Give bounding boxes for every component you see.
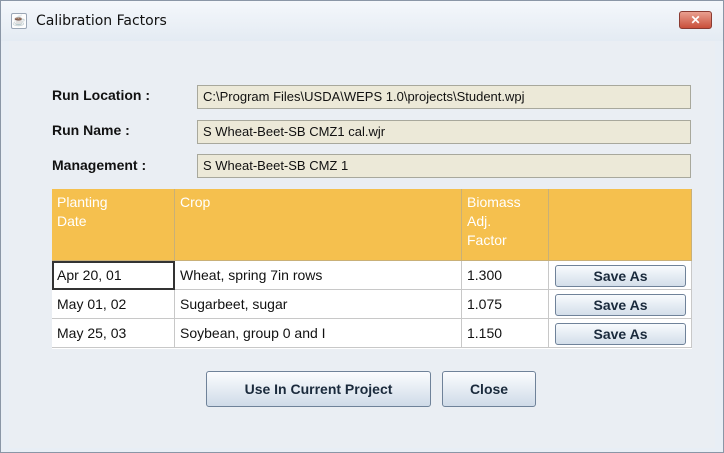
- calibration-table: Planting Date Crop Biomass Adj. Factor A…: [52, 189, 692, 349]
- table-cell-date[interactable]: Apr 20, 01: [52, 261, 175, 290]
- save-as-button[interactable]: Save As: [555, 294, 686, 316]
- use-in-current-project-button[interactable]: Use In Current Project: [206, 371, 431, 407]
- column-header-crop[interactable]: Crop: [175, 189, 462, 261]
- calibration-factors-dialog: ☕ Calibration Factors ✕ Run Location : C…: [0, 0, 724, 453]
- close-window-button[interactable]: ✕: [679, 11, 712, 29]
- run-location-label: Run Location :: [52, 87, 150, 103]
- table-cell-factor[interactable]: 1.075: [462, 290, 549, 319]
- table-cell-factor[interactable]: 1.150: [462, 319, 549, 348]
- run-name-field: S Wheat-Beet-SB CMZ1 cal.wjr: [197, 120, 691, 144]
- column-header-planting-date[interactable]: Planting Date: [52, 189, 175, 261]
- column-header-action[interactable]: [549, 189, 692, 261]
- close-button[interactable]: Close: [442, 371, 536, 407]
- management-label: Management :: [52, 157, 147, 173]
- table-cell-crop[interactable]: Soybean, group 0 and I: [175, 319, 462, 348]
- management-field: S Wheat-Beet-SB CMZ 1: [197, 154, 691, 178]
- header-line: Date: [57, 213, 87, 229]
- table-cell-crop[interactable]: Sugarbeet, sugar: [175, 290, 462, 319]
- header-line: Adj.: [467, 213, 492, 229]
- java-cup-icon: ☕: [11, 13, 27, 29]
- header-line: Biomass: [467, 194, 521, 210]
- save-as-button[interactable]: Save As: [555, 323, 686, 345]
- title-bar[interactable]: ☕ Calibration Factors ✕: [1, 1, 723, 41]
- run-location-field: C:\Program Files\USDA\WEPS 1.0\projects\…: [197, 85, 691, 109]
- table-cell-date[interactable]: May 01, 02: [52, 290, 175, 319]
- window-title: Calibration Factors: [36, 13, 167, 29]
- table-cell-date[interactable]: May 25, 03: [52, 319, 175, 348]
- save-as-button[interactable]: Save As: [555, 265, 686, 287]
- run-name-label: Run Name :: [52, 122, 130, 138]
- column-header-biomass-factor[interactable]: Biomass Adj. Factor: [462, 189, 549, 261]
- header-line: Crop: [180, 194, 211, 210]
- table-cell-crop[interactable]: Wheat, spring 7in rows: [175, 261, 462, 290]
- header-line: Factor: [467, 232, 507, 248]
- header-line: Planting: [57, 194, 108, 210]
- table-cell-factor[interactable]: 1.300: [462, 261, 549, 290]
